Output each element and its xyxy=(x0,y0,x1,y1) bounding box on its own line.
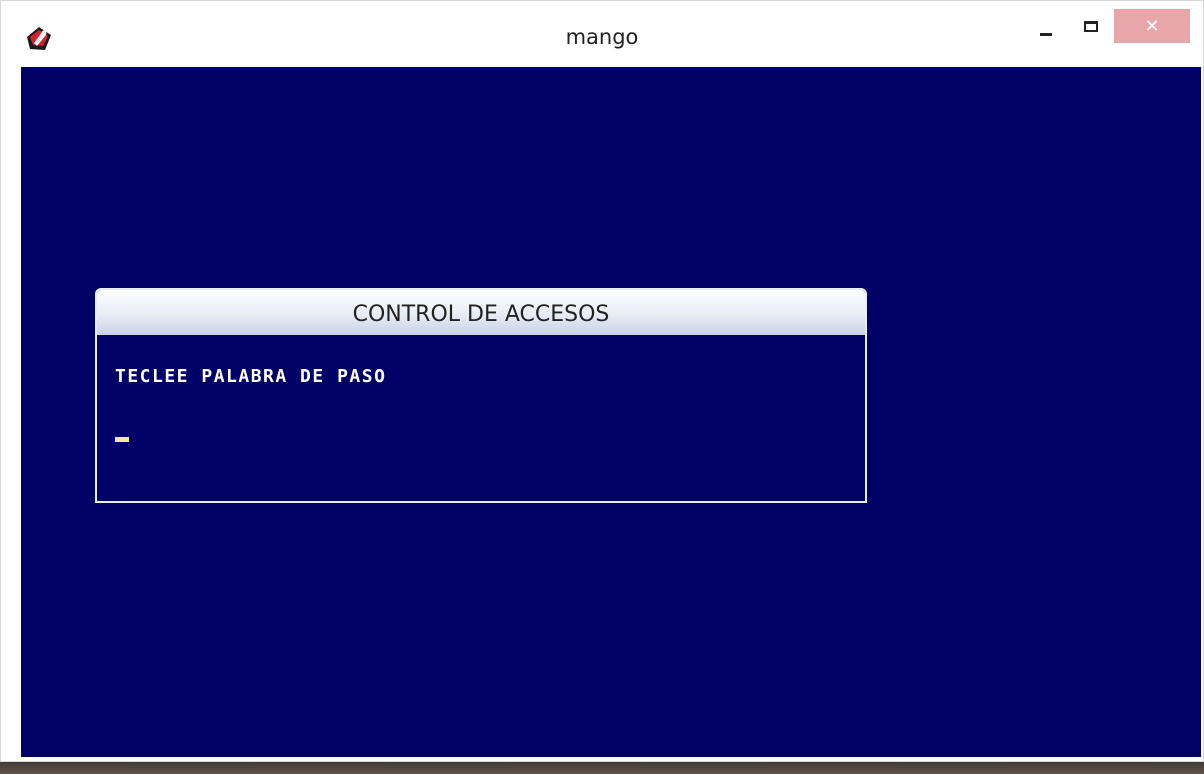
dialog-header: CONTROL DE ACCESOS xyxy=(97,290,865,335)
window-title: mango xyxy=(565,25,639,49)
minimize-button[interactable] xyxy=(1025,9,1067,43)
mango-window: mango ✕ CONTROL DE ACCESOS TECLEE PALABR… xyxy=(0,0,1204,762)
close-icon: ✕ xyxy=(1144,15,1160,37)
maximize-button[interactable] xyxy=(1069,9,1113,43)
password-field[interactable] xyxy=(115,420,415,450)
title-bar[interactable]: mango ✕ xyxy=(1,1,1203,67)
maximize-icon xyxy=(1084,20,1098,32)
close-button[interactable]: ✕ xyxy=(1114,9,1190,43)
password-prompt: TECLEE PALABRA DE PASO xyxy=(115,366,387,387)
minimize-icon xyxy=(1040,32,1052,36)
access-control-dialog: CONTROL DE ACCESOS TECLEE PALABRA DE PAS… xyxy=(95,288,867,503)
console-area[interactable]: CONTROL DE ACCESOS TECLEE PALABRA DE PAS… xyxy=(21,67,1201,757)
text-cursor xyxy=(115,437,129,442)
dialog-title: CONTROL DE ACCESOS xyxy=(352,302,610,327)
